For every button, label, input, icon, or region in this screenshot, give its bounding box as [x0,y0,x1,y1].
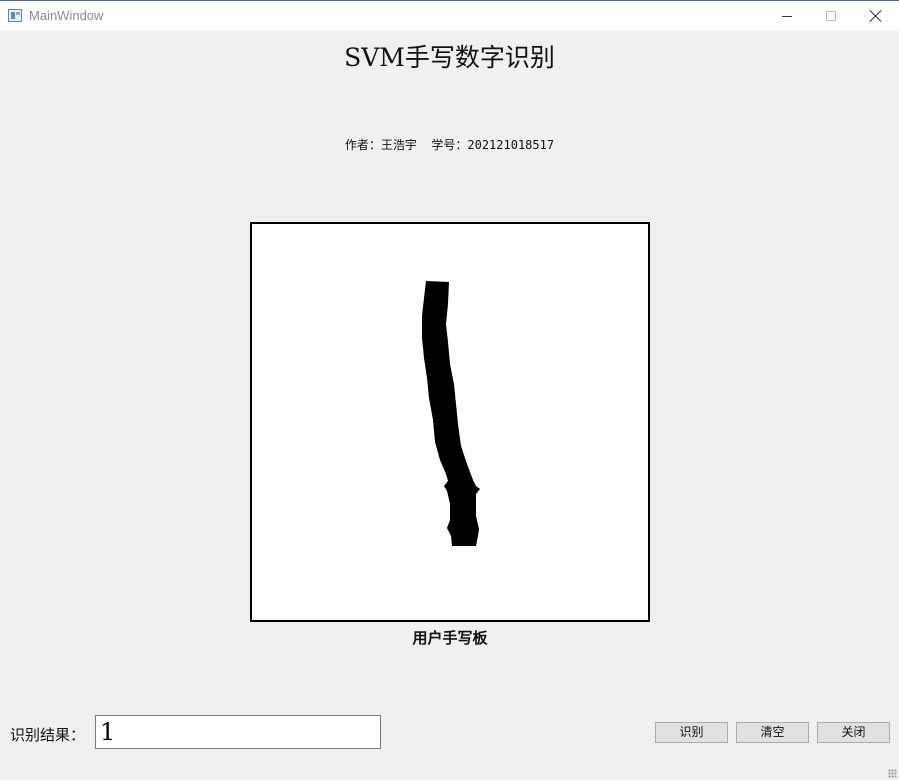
title-bar[interactable]: MainWindow [0,0,899,31]
clear-button[interactable]: 清空 [736,722,809,743]
maximize-button[interactable] [808,1,854,31]
handwriting-canvas[interactable] [250,222,650,622]
close-button[interactable]: 关闭 [817,722,890,743]
window-title: MainWindow [29,8,104,23]
minimize-icon [782,15,792,17]
canvas-label: 用户手写板 [412,629,488,647]
result-label: 识别结果： [10,726,86,744]
result-output-field[interactable]: 1 [95,715,381,749]
maximize-icon [826,11,836,21]
resize-grip[interactable] [888,769,897,778]
minimize-button[interactable] [764,1,810,31]
handwritten-stroke [422,281,480,546]
recognize-button[interactable]: 识别 [655,722,728,743]
app-window-icon [8,9,22,22]
author-info: 作者：王浩宇 学号：202121018517 [344,138,555,152]
close-icon [870,10,882,22]
page-title: SVM手写数字识别 [344,43,555,72]
close-window-button[interactable] [853,1,899,31]
